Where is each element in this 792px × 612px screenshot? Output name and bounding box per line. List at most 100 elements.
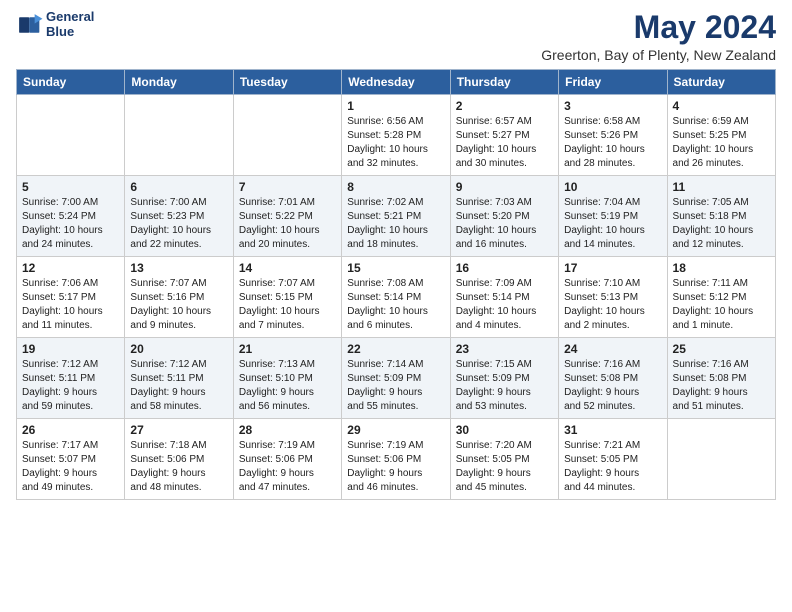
calendar-day-10: 10Sunrise: 7:04 AM Sunset: 5:19 PM Dayli… [559,176,667,257]
day-info: Sunrise: 7:11 AM Sunset: 5:12 PM Dayligh… [673,277,770,333]
calendar-week-row: 12Sunrise: 7:06 AM Sunset: 5:17 PM Dayli… [17,257,776,338]
day-info: Sunrise: 7:14 AM Sunset: 5:09 PM Dayligh… [347,358,444,414]
calendar-day-21: 21 Sunrise: 7:13 AM Sunset: 5:10 PM Dayli… [233,338,341,419]
logo-line2: Blue [46,25,94,40]
day-info: Sunrise: 7:07 AM Sunset: 5:16 PM Dayligh… [130,277,227,333]
day-number: 3 [564,99,661,113]
calendar-day-27: 27Sunrise: 7:18 AM Sunset: 5:06 PM Dayli… [125,419,233,500]
day-number: 29 [347,423,444,437]
day-header-wednesday: Wednesday [342,70,450,95]
logo-line1: General [46,10,94,25]
calendar-day-30: 30Sunrise: 7:20 AM Sunset: 5:05 PM Dayli… [450,419,558,500]
day-info: Sunrise: 6:59 AM Sunset: 5:25 PM Dayligh… [673,115,770,171]
day-header-monday: Monday [125,70,233,95]
day-info: Sunrise: 7:09 AM Sunset: 5:14 PM Dayligh… [456,277,553,333]
calendar-day-31: 31 Sunrise: 7:21 AM Sunset: 5:05 PM Dayli… [559,419,667,500]
calendar-day-6: 6 Sunrise: 7:00 AM Sunset: 5:23 PM Daylig… [125,176,233,257]
calendar-day-4: 4Sunrise: 6:59 AM Sunset: 5:25 PM Daylig… [667,95,775,176]
day-number: 11 [673,180,770,194]
day-info: Sunrise: 7:12 AM Sunset: 5:11 PM Dayligh… [22,358,119,414]
logo-text: General Blue [46,10,94,40]
calendar-week-row: 5 Sunrise: 7:00 AM Sunset: 5:24 PM Daylig… [17,176,776,257]
day-number: 28 [239,423,336,437]
day-header-friday: Friday [559,70,667,95]
day-number: 18 [673,261,770,275]
day-number: 31 [564,423,661,437]
day-info: Sunrise: 6:57 AM Sunset: 5:27 PM Dayligh… [456,115,553,171]
day-header-thursday: Thursday [450,70,558,95]
calendar-day-16: 16 Sunrise: 7:09 AM Sunset: 5:14 PM Dayli… [450,257,558,338]
calendar-day-9: 9 Sunrise: 7:03 AM Sunset: 5:20 PM Daylig… [450,176,558,257]
day-number: 1 [347,99,444,113]
page: General Blue May 2024 Greerton, Bay of P… [0,0,792,612]
day-number: 6 [130,180,227,194]
calendar-day-25: 25Sunrise: 7:16 AM Sunset: 5:08 PM Dayli… [667,338,775,419]
day-info: Sunrise: 7:21 AM Sunset: 5:05 PM Dayligh… [564,439,661,495]
day-info: Sunrise: 7:15 AM Sunset: 5:09 PM Dayligh… [456,358,553,414]
day-info: Sunrise: 7:02 AM Sunset: 5:21 PM Dayligh… [347,196,444,252]
day-number: 5 [22,180,119,194]
empty-day-cell [17,95,125,176]
subtitle: Greerton, Bay of Plenty, New Zealand [541,47,776,63]
day-info: Sunrise: 6:58 AM Sunset: 5:26 PM Dayligh… [564,115,661,171]
day-info: Sunrise: 7:16 AM Sunset: 5:08 PM Dayligh… [564,358,661,414]
logo: General Blue [16,10,94,40]
day-info: Sunrise: 7:01 AM Sunset: 5:22 PM Dayligh… [239,196,336,252]
day-number: 23 [456,342,553,356]
calendar-week-row: 1 Sunrise: 6:56 AM Sunset: 5:28 PM Daylig… [17,95,776,176]
empty-day-cell [233,95,341,176]
day-info: Sunrise: 7:05 AM Sunset: 5:18 PM Dayligh… [673,196,770,252]
day-number: 7 [239,180,336,194]
calendar-day-26: 26Sunrise: 7:17 AM Sunset: 5:07 PM Dayli… [17,419,125,500]
day-info: Sunrise: 7:03 AM Sunset: 5:20 PM Dayligh… [456,196,553,252]
day-info: Sunrise: 7:00 AM Sunset: 5:24 PM Dayligh… [22,196,119,252]
calendar-table: SundayMondayTuesdayWednesdayThursdayFrid… [16,69,776,500]
calendar-week-row: 19 Sunrise: 7:12 AM Sunset: 5:11 PM Dayli… [17,338,776,419]
empty-day-cell [667,419,775,500]
day-number: 17 [564,261,661,275]
day-info: Sunrise: 7:20 AM Sunset: 5:05 PM Dayligh… [456,439,553,495]
logo-icon [16,11,44,39]
day-number: 21 [239,342,336,356]
calendar-week-row: 26Sunrise: 7:17 AM Sunset: 5:07 PM Dayli… [17,419,776,500]
calendar-day-17: 17 Sunrise: 7:10 AM Sunset: 5:13 PM Dayli… [559,257,667,338]
calendar-day-7: 7 Sunrise: 7:01 AM Sunset: 5:22 PM Daylig… [233,176,341,257]
day-number: 22 [347,342,444,356]
day-header-saturday: Saturday [667,70,775,95]
day-info: Sunrise: 7:10 AM Sunset: 5:13 PM Dayligh… [564,277,661,333]
header: General Blue May 2024 Greerton, Bay of P… [16,10,776,63]
day-info: Sunrise: 7:13 AM Sunset: 5:10 PM Dayligh… [239,358,336,414]
day-info: Sunrise: 7:12 AM Sunset: 5:11 PM Dayligh… [130,358,227,414]
calendar-day-14: 14Sunrise: 7:07 AM Sunset: 5:15 PM Dayli… [233,257,341,338]
calendar-day-18: 18 Sunrise: 7:11 AM Sunset: 5:12 PM Dayli… [667,257,775,338]
day-info: Sunrise: 6:56 AM Sunset: 5:28 PM Dayligh… [347,115,444,171]
calendar-day-22: 22 Sunrise: 7:14 AM Sunset: 5:09 PM Dayli… [342,338,450,419]
day-info: Sunrise: 7:00 AM Sunset: 5:23 PM Dayligh… [130,196,227,252]
calendar-day-20: 20Sunrise: 7:12 AM Sunset: 5:11 PM Dayli… [125,338,233,419]
day-number: 9 [456,180,553,194]
day-info: Sunrise: 7:08 AM Sunset: 5:14 PM Dayligh… [347,277,444,333]
calendar-day-8: 8 Sunrise: 7:02 AM Sunset: 5:21 PM Daylig… [342,176,450,257]
calendar-day-28: 28 Sunrise: 7:19 AM Sunset: 5:06 PM Dayli… [233,419,341,500]
day-info: Sunrise: 7:18 AM Sunset: 5:06 PM Dayligh… [130,439,227,495]
calendar-day-11: 11 Sunrise: 7:05 AM Sunset: 5:18 PM Dayli… [667,176,775,257]
calendar-day-24: 24Sunrise: 7:16 AM Sunset: 5:08 PM Dayli… [559,338,667,419]
day-number: 8 [347,180,444,194]
main-title: May 2024 [541,10,776,45]
calendar-day-12: 12Sunrise: 7:06 AM Sunset: 5:17 PM Dayli… [17,257,125,338]
day-info: Sunrise: 7:17 AM Sunset: 5:07 PM Dayligh… [22,439,119,495]
day-number: 13 [130,261,227,275]
calendar-day-1: 1 Sunrise: 6:56 AM Sunset: 5:28 PM Daylig… [342,95,450,176]
day-number: 2 [456,99,553,113]
day-number: 16 [456,261,553,275]
day-info: Sunrise: 7:07 AM Sunset: 5:15 PM Dayligh… [239,277,336,333]
calendar-header-row: SundayMondayTuesdayWednesdayThursdayFrid… [17,70,776,95]
empty-day-cell [125,95,233,176]
day-info: Sunrise: 7:04 AM Sunset: 5:19 PM Dayligh… [564,196,661,252]
title-block: May 2024 Greerton, Bay of Plenty, New Ze… [541,10,776,63]
day-number: 15 [347,261,444,275]
day-info: Sunrise: 7:19 AM Sunset: 5:06 PM Dayligh… [347,439,444,495]
day-number: 19 [22,342,119,356]
day-info: Sunrise: 7:19 AM Sunset: 5:06 PM Dayligh… [239,439,336,495]
calendar-day-2: 2 Sunrise: 6:57 AM Sunset: 5:27 PM Daylig… [450,95,558,176]
